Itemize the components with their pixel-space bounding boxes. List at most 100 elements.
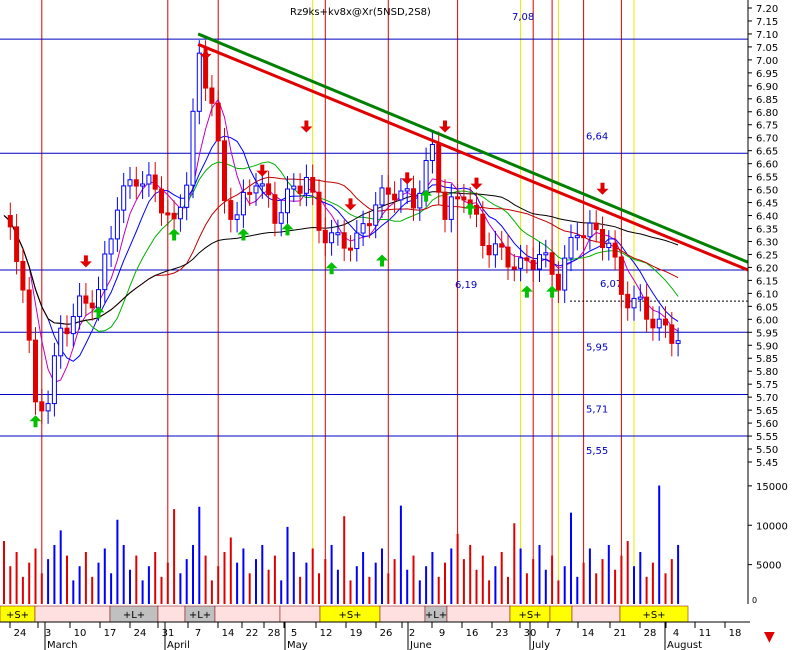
price-tick-label: 5.90: [756, 341, 778, 352]
candle-up: [196, 52, 202, 112]
candle-up: [146, 174, 152, 185]
day-tick-label: 24: [14, 628, 27, 639]
candle-down: [348, 247, 353, 251]
candle-down: [612, 242, 618, 258]
candle-up: [190, 110, 196, 186]
candle-down: [33, 339, 38, 403]
candle-up: [360, 223, 366, 234]
candle-up: [398, 190, 404, 201]
candle-down: [385, 187, 391, 195]
candle-up: [675, 340, 681, 344]
candle-down: [7, 215, 13, 228]
price-tick-label: 7.05: [756, 43, 778, 54]
day-tick-label: 23: [496, 628, 509, 639]
candle-up: [656, 318, 662, 329]
day-tick-label: 4: [673, 628, 679, 639]
candle-down: [133, 179, 139, 187]
month-label: July: [531, 640, 550, 650]
candle-down: [266, 183, 272, 196]
day-tick-label: 3: [45, 628, 51, 639]
candle-down: [341, 232, 347, 249]
candle-down: [209, 87, 215, 104]
candle-up: [285, 188, 290, 214]
price-tick-label: 6.35: [756, 225, 778, 236]
candle-up: [562, 257, 568, 291]
candle-up: [259, 183, 265, 187]
candle-up: [77, 295, 83, 318]
volume-zero-label: 0: [752, 596, 757, 605]
day-tick-label: 10: [74, 628, 87, 639]
candle-down: [159, 188, 164, 214]
candle-down: [310, 176, 316, 193]
price-tick-label: 5.95: [756, 328, 778, 339]
level-label: 5,71: [586, 405, 608, 416]
candle-up: [96, 289, 101, 309]
candle-down: [455, 196, 461, 200]
price-tick-label: 6.30: [756, 237, 778, 248]
day-tick-label: 7: [555, 628, 561, 639]
signal-strip-label: +S+: [642, 610, 665, 621]
month-label: March: [47, 640, 77, 650]
candle-up: [303, 176, 309, 194]
overlay-title: Rz9ks+kv8x@Xr(5NSD,2S8): [290, 7, 431, 18]
candle-up: [429, 143, 435, 162]
price-tick-label: 6.95: [756, 69, 778, 80]
candle-up: [177, 206, 183, 220]
candle-down: [247, 191, 253, 195]
candle-down: [436, 143, 442, 193]
month-label: June: [409, 640, 432, 650]
candle-down: [366, 223, 372, 227]
candle-down: [215, 102, 221, 142]
price-tick-label: 5.70: [756, 393, 778, 404]
price-tick-label: 6.00: [756, 315, 778, 326]
signal-strip-cell: [279, 605, 321, 623]
price-tick-label: 6.55: [756, 173, 778, 184]
price-tick-label: 5.45: [756, 458, 778, 469]
candle-up: [574, 235, 580, 239]
level-label: 6,64: [586, 131, 608, 142]
day-tick-label: 16: [466, 628, 479, 639]
candle-up: [121, 185, 127, 211]
signal-strip-cell: [214, 605, 281, 623]
signal-strip-cell: [157, 605, 186, 623]
candle-down: [165, 212, 171, 216]
day-tick-label: 2: [409, 628, 415, 639]
candle-down: [152, 174, 158, 190]
candle-up: [102, 253, 108, 291]
candle-down: [625, 293, 631, 309]
candle-up: [373, 204, 379, 226]
candle-down: [505, 246, 511, 268]
candle-down: [474, 204, 479, 215]
candle-down: [650, 318, 656, 329]
day-tick-label: 24: [134, 628, 147, 639]
candle-up: [140, 183, 146, 187]
day-tick-label: 28: [268, 628, 281, 639]
level-label: 6,19: [455, 280, 477, 291]
candle-down: [316, 191, 322, 231]
level-label: 5,55: [586, 446, 608, 457]
signal-strip-cell: [379, 605, 426, 623]
day-tick-label: 21: [614, 628, 627, 639]
price-tick-label: 6.70: [756, 134, 778, 145]
day-tick-label: 22: [246, 628, 259, 639]
price-tick-label: 5.50: [756, 445, 778, 456]
day-tick-label: 17: [104, 628, 117, 639]
candle-down: [511, 266, 517, 270]
price-tick-label: 6.15: [756, 276, 778, 287]
signal-strip-label: +S+: [6, 610, 29, 621]
signal-strip-label: +L+: [189, 610, 211, 621]
signal-strip: +S+ +L+ +L+ +S+ +L+ +S+ +S+: [0, 605, 689, 623]
candle-down: [20, 260, 26, 291]
candle-up: [631, 297, 637, 309]
candle-up: [423, 160, 429, 194]
candle-down: [669, 324, 675, 344]
candle-down: [322, 229, 328, 244]
price-tick-label: 6.20: [756, 263, 778, 274]
scroll-down-arrow-icon[interactable]: ▼: [764, 629, 775, 645]
price-tick-label: 5.85: [756, 354, 778, 365]
level-label: 7,08: [512, 12, 534, 23]
price-tick-label: 6.90: [756, 82, 778, 93]
candle-down: [39, 401, 45, 412]
price-tick-label: 6.65: [756, 147, 778, 158]
candle-up: [606, 242, 612, 249]
